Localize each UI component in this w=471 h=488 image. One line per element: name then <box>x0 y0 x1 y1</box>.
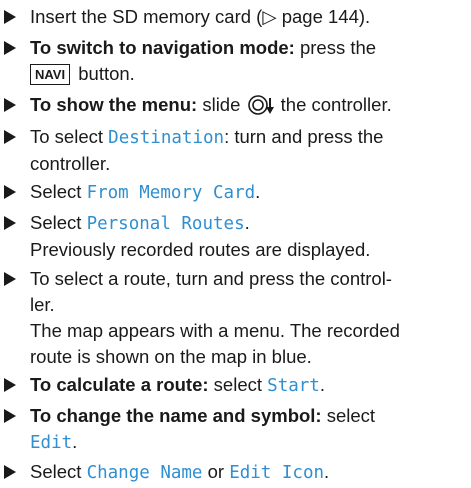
display-text-from-memory-card: From Memory Card <box>86 183 256 203</box>
bullet-arrow-icon <box>4 10 16 24</box>
bullet-arrow-icon <box>4 185 16 199</box>
bullet-arrow-icon <box>4 98 16 112</box>
navi-key-icon: NAVI <box>30 64 71 85</box>
list-item: Select Change Name or Edit Icon. <box>4 459 464 486</box>
list-item: Select From Memory Card. <box>4 179 464 206</box>
display-text-destination: Destination <box>108 128 225 148</box>
list-item: To calculate a route: select Start. <box>4 372 464 399</box>
list-item: To show the menu: slide the controller. <box>4 92 464 118</box>
display-text-change-name: Change Name <box>86 463 203 483</box>
bullet-arrow-icon <box>4 272 16 286</box>
display-text-personal-routes: Personal Routes <box>86 214 245 234</box>
bullet-arrow-icon <box>4 41 16 55</box>
list-item: To change the name and symbol: select Ed… <box>4 403 464 456</box>
controller-slide-down-icon <box>247 95 274 115</box>
bullet-arrow-icon <box>4 465 16 479</box>
list-item: To select Destination: turn and press th… <box>4 124 464 177</box>
list-item: To select a route, turn and press the co… <box>4 266 464 370</box>
instruction-page: Insert the SD memory card (▷ page 144). … <box>0 0 471 488</box>
page-reference-icon: ▷ <box>262 6 277 27</box>
bullet-arrow-icon <box>4 216 16 230</box>
display-text-edit: Edit <box>30 433 73 453</box>
display-text-start: Start <box>267 376 320 396</box>
list-item: Insert the SD memory card (▷ page 144). <box>4 4 464 30</box>
display-text-edit-icon: Edit Icon <box>229 463 325 483</box>
list-item: Select Personal Routes. Previously recor… <box>4 210 464 263</box>
bullet-arrow-icon <box>4 130 16 144</box>
bullet-arrow-icon <box>4 409 16 423</box>
list-item: To switch to navigation mode: press the … <box>4 35 464 87</box>
bullet-arrow-icon <box>4 378 16 392</box>
